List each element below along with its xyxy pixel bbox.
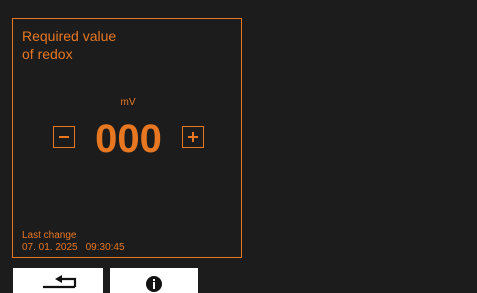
unit-label: mV [120, 97, 136, 108]
page-title: Required value of redox [22, 28, 117, 62]
decrement-button[interactable] [53, 126, 75, 148]
back-button[interactable] [13, 268, 103, 293]
info-button[interactable] [110, 268, 198, 293]
info-icon [146, 276, 162, 292]
return-arrow-icon [43, 275, 77, 289]
last-change-info: Last change 07. 01. 2025 09:30:45 [22, 230, 125, 254]
setpoint-panel: Required value of redox mV 000 Last chan… [12, 18, 242, 258]
last-change-time: 09:30:45 [85, 242, 125, 253]
last-change-date: 07. 01. 2025 [22, 242, 78, 253]
last-change-label: Last change [22, 230, 77, 241]
redox-value-stepper: 000 [53, 117, 213, 161]
last-change-timestamp: 07. 01. 2025 09:30:45 [22, 242, 125, 254]
display-screen: Required value of redox mV 000 Last chan… [0, 0, 477, 293]
redox-value[interactable]: 000 [75, 117, 182, 161]
increment-button[interactable] [182, 126, 204, 148]
minus-icon [59, 136, 69, 138]
